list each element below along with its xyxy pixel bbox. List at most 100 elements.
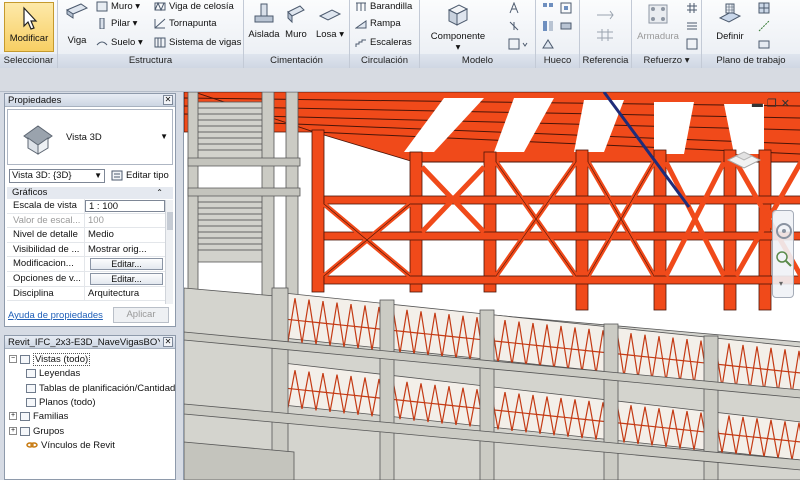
- tree-item-legends[interactable]: Leyendas: [26, 367, 80, 380]
- property-group-label: Gráficos: [12, 187, 48, 198]
- cursor-arrow-icon: [23, 6, 38, 30]
- component-label: Componente: [430, 31, 486, 42]
- grid-icon[interactable]: [596, 28, 614, 42]
- wall-button[interactable]: Muro ▾: [96, 0, 140, 14]
- wall-foundation-icon: [287, 5, 305, 24]
- rebar-area-icon[interactable]: [686, 20, 698, 32]
- edit-type-button[interactable]: Editar tipo: [111, 169, 169, 183]
- wall-label: Muro: [111, 1, 133, 12]
- slab-button[interactable]: Losa ▾: [314, 2, 346, 40]
- isolated-foundation-button[interactable]: Aislada: [248, 2, 280, 40]
- steel-frame: [184, 92, 800, 311]
- opening-vertical-icon[interactable]: [560, 20, 572, 32]
- apply-button[interactable]: Aplicar: [113, 307, 169, 323]
- ref-plane-icon[interactable]: [758, 20, 770, 32]
- panel-hueco: Hueco: [536, 0, 580, 68]
- model-text-icon[interactable]: [508, 2, 520, 14]
- rebar-button[interactable]: Armadura: [634, 2, 682, 42]
- tree-item-groups[interactable]: + Grupos: [9, 425, 64, 438]
- chevron-down-icon: ▼: [94, 171, 102, 180]
- properties-scrollbar[interactable]: [165, 200, 173, 304]
- column-button[interactable]: Pilar ▾: [96, 17, 137, 31]
- property-key: Disciplina: [7, 286, 85, 301]
- tree-item-views[interactable]: − Vistas (todo): [9, 353, 91, 366]
- opening-dormer-icon[interactable]: [542, 38, 554, 50]
- viewcube-icon[interactable]: [724, 142, 764, 172]
- property-value: 100: [88, 214, 104, 226]
- stairs-label: Escaleras: [370, 37, 412, 48]
- model-line-icon[interactable]: [508, 20, 520, 32]
- viewer-icon[interactable]: [758, 38, 770, 50]
- ramp-icon: [355, 20, 367, 29]
- property-key: Nivel de detalle: [7, 228, 85, 242]
- beam-system-icon: [154, 37, 166, 48]
- edit-display-options-button[interactable]: Editar...: [90, 272, 163, 285]
- column-icon: [99, 17, 105, 29]
- views-icon: [20, 354, 30, 364]
- options-bar: [0, 68, 800, 92]
- wall-foundation-button[interactable]: Muro: [282, 2, 310, 40]
- brace-button[interactable]: Tornapunta: [154, 17, 217, 31]
- ramp-label: Rampa: [370, 18, 401, 29]
- 3d-viewport[interactable]: ▬❐✕ ▾: [183, 92, 800, 480]
- property-key: Escala de vista: [7, 199, 85, 213]
- tree-item-sheets[interactable]: Planos (todo): [26, 396, 96, 409]
- edit-graphic-overrides-button[interactable]: Editar...: [90, 258, 163, 271]
- type-selector[interactable]: Vista 3D ▼: [7, 109, 173, 165]
- truss-button[interactable]: Viga de celosía: [154, 0, 234, 14]
- collapse-toggle-icon[interactable]: −: [9, 355, 17, 364]
- instance-selector-row: Vista 3D: {3D} ▼ Editar tipo: [7, 167, 173, 185]
- scrollbar-thumb[interactable]: [167, 212, 173, 230]
- properties-help-link[interactable]: Ayuda de propiedades: [8, 310, 103, 321]
- steering-wheel-icon[interactable]: [774, 221, 794, 241]
- close-icon[interactable]: ✕: [781, 98, 794, 110]
- view-window-controls[interactable]: ▬❐✕: [752, 97, 794, 110]
- navbar-menu-icon[interactable]: ▾: [779, 279, 783, 288]
- tree-item-label: Leyendas: [39, 368, 81, 379]
- floor-button[interactable]: Suelo ▾: [96, 36, 143, 50]
- component-button[interactable]: Componente ▾: [426, 2, 490, 53]
- tree-item-schedules[interactable]: Tablas de planificación/Cantidad: [26, 382, 175, 395]
- type-dropdown-icon: ▼: [160, 132, 168, 141]
- ribbon: Modificar Seleccionar Viga Muro ▾ Pilar …: [0, 0, 800, 68]
- property-value: 1 : 100: [89, 201, 119, 212]
- panel-title-refuerzo[interactable]: Refuerzo ▾: [632, 54, 701, 68]
- model-group-icon[interactable]: [508, 38, 528, 50]
- beam-system-button[interactable]: Sistema de vigas: [154, 36, 241, 50]
- show-workplane-icon[interactable]: [758, 2, 770, 14]
- property-row[interactable]: Disciplina Arquitectura: [7, 286, 165, 302]
- expand-toggle-icon[interactable]: +: [9, 427, 17, 436]
- view-instance-dropdown[interactable]: Vista 3D: {3D} ▼: [9, 169, 105, 183]
- isolated-foundation-icon: [254, 3, 274, 23]
- tree-item-revit-links[interactable]: Vínculos de Revit: [26, 439, 115, 452]
- tree-item-families[interactable]: + Familias: [9, 410, 68, 423]
- expand-toggle-icon[interactable]: +: [9, 412, 17, 421]
- level-icon[interactable]: [596, 8, 614, 22]
- rebar-grid-icon[interactable]: [686, 2, 698, 14]
- property-value: Medio: [88, 229, 114, 241]
- restore-icon[interactable]: ❐: [767, 98, 781, 110]
- property-group-header[interactable]: Gráficos ⌃: [7, 187, 173, 199]
- opening-face-icon[interactable]: [542, 2, 554, 14]
- type-name: Vista 3D: [66, 132, 102, 143]
- property-row[interactable]: Visibilidad de ... Mostrar orig...: [7, 242, 165, 258]
- property-row[interactable]: Nivel de detalle Medio: [7, 228, 165, 243]
- opening-shaft-icon[interactable]: [560, 2, 572, 14]
- railing-button[interactable]: Barandilla: [355, 0, 412, 14]
- edit-type-label: Editar tipo: [126, 170, 169, 181]
- zoom-icon[interactable]: [774, 249, 794, 269]
- navigation-bar[interactable]: ▾: [772, 210, 794, 298]
- close-icon[interactable]: ✕: [163, 337, 173, 347]
- sheets-icon: [26, 397, 36, 407]
- opening-wall-icon[interactable]: [542, 20, 554, 32]
- wall-icon: [96, 1, 108, 12]
- view-scale-input[interactable]: 1 : 100: [85, 200, 165, 212]
- close-icon[interactable]: ✕: [163, 95, 173, 105]
- minimize-icon[interactable]: ▬: [752, 98, 767, 110]
- ramp-button[interactable]: Rampa: [355, 17, 401, 31]
- beam-button[interactable]: Viga: [62, 2, 92, 46]
- modify-button[interactable]: Modificar: [4, 2, 54, 52]
- set-workplane-button[interactable]: Definir: [710, 2, 750, 42]
- stairs-button[interactable]: Escaleras: [355, 36, 412, 50]
- rebar-cover-icon[interactable]: [686, 38, 698, 50]
